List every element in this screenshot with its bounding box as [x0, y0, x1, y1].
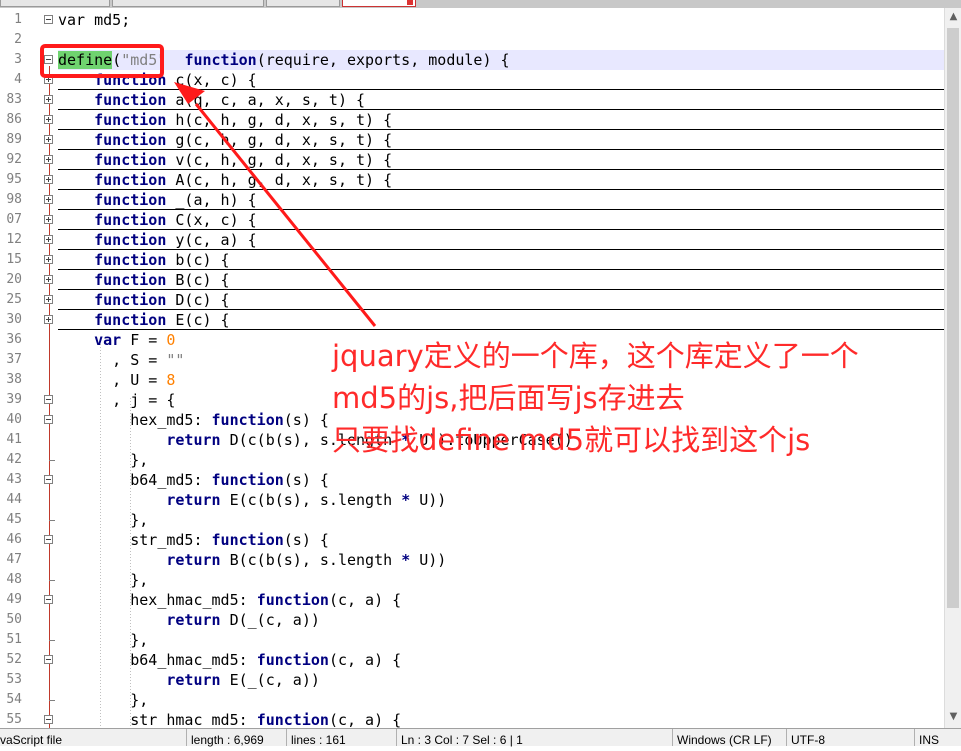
- annotation-text-line3: 只要找define md5就可以找到这个js: [332, 423, 811, 457]
- annotation-text-line1: jquary定义的一个库，这个库定义了一个: [332, 339, 859, 373]
- annotation-text-line2: md5的js,把后面写js存进去: [332, 381, 685, 415]
